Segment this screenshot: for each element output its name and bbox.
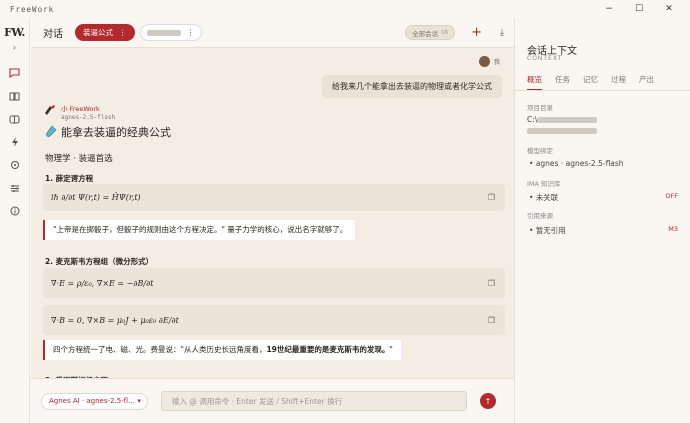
divider xyxy=(515,90,690,91)
avatar xyxy=(478,56,490,67)
page-title: 对话 xyxy=(43,29,63,40)
tab-output[interactable]: 产出 xyxy=(639,74,654,90)
context-panel: 会话上下文 CONTEXT 概览 任务 记忆 过程 产出 项目目录 C:\ 模型… xyxy=(514,18,690,423)
all-chats-count: 16 xyxy=(441,29,449,36)
redacted-path xyxy=(537,117,598,123)
quote-block: "上帝是在掷骰子，但骰子的规则由这个方程决定。" 量子力学的核心，说出名字就够了… xyxy=(43,220,356,240)
status-badge: OFF xyxy=(665,192,678,200)
bullet-icon: • xyxy=(529,226,536,235)
sidebar-rail: FW. › xyxy=(0,18,30,423)
kb-text: 未关联 xyxy=(535,193,559,202)
bot-header: 小 FreeWork agnes-2.5-flash xyxy=(43,103,115,121)
refs-text: 暂无引用 xyxy=(535,226,566,235)
model-binding-value: • agnes · agnes-2.5-flash xyxy=(529,159,624,168)
brain-icon[interactable] xyxy=(6,110,24,128)
context-subtitle: CONTEXT xyxy=(527,55,563,62)
all-chats-label: 全部会话 xyxy=(412,29,439,38)
bolt-icon[interactable] xyxy=(6,133,24,151)
sliders-icon[interactable] xyxy=(6,179,24,197)
composer: Agnes AI · agnes-2.5-fl… ▾ 输入 @ 调用命令 · E… xyxy=(31,378,514,423)
equation: iℏ ∂/∂t Ψ(r,t) = ĤΨ(r,t) xyxy=(51,193,141,202)
chat-panel: 对话 装逼公式 ⋮ ⋮ 全部会话 16 + ⤓ 我 给我来几个能拿出去装逼的物理… xyxy=(31,18,514,423)
user-label-row: 我 xyxy=(478,56,500,67)
equation-block: ∇·E = ρ/ε₀, ∇×E = −∂B/∂t ❐ xyxy=(43,268,505,298)
tab-label: 装逼公式 xyxy=(83,28,113,37)
answer-heading: 能拿去装逼的经典公式 xyxy=(45,124,171,140)
user-label: 我 xyxy=(493,59,500,66)
chat-icon[interactable] xyxy=(6,64,24,82)
plug-icon[interactable] xyxy=(6,156,24,174)
quote-block: 四个方程统一了电、磁、光。费曼说："从人类历史长远角度看，19世纪最重要的是麦克… xyxy=(43,340,401,360)
info-icon[interactable] xyxy=(6,202,24,220)
tab-menu-icon[interactable]: ⋮ xyxy=(119,28,127,37)
equation: ∇·E = ρ/ε₀, ∇×E = −∂B/∂t xyxy=(51,278,154,288)
model-binding-text: agnes · agnes-2.5-flash xyxy=(535,159,624,168)
refs-count: M3 xyxy=(668,225,678,233)
title-bar: FreeWork − ☐ ✕ xyxy=(0,0,690,18)
bullet-icon: • xyxy=(529,193,536,202)
equation-block: iℏ ∂/∂t Ψ(r,t) = ĤΨ(r,t) ❐ xyxy=(43,184,505,211)
download-icon[interactable]: ⤓ xyxy=(500,28,504,38)
project-dir-value: C:\ xyxy=(527,115,598,124)
copy-icon[interactable]: ❐ xyxy=(488,193,495,202)
tab-overview[interactable]: 概览 xyxy=(527,74,542,90)
equation-block: ∇·B = 0, ∇×B = μ₀J + μ₀ε₀ ∂E/∂t ❐ xyxy=(43,305,505,335)
section-title: 2. 麦克斯韦方程组（微分形式） xyxy=(45,257,154,266)
answer-subheading: 物理学 · 装逼首选 xyxy=(45,154,113,164)
minimize-icon[interactable]: − xyxy=(594,4,624,14)
tab-menu-icon[interactable]: ⋮ xyxy=(187,28,195,37)
quote-text: 四个方程统一了电、磁、光。费曼说："从人类历史长远角度看， xyxy=(53,345,267,354)
tab-memory[interactable]: 记忆 xyxy=(583,74,598,90)
copy-icon[interactable]: ❐ xyxy=(488,279,495,288)
quote-emphasis: 19世纪最重要的是麦克斯韦的发现。 xyxy=(266,345,390,354)
copy-icon[interactable]: ❐ xyxy=(488,316,495,325)
bot-model: agnes-2.5-flash xyxy=(61,114,116,121)
kb-label: IMA 知识库 xyxy=(527,180,561,188)
message-input[interactable]: 输入 @ 调用命令 · Enter 发送 / Shift+Enter 换行 xyxy=(161,391,467,411)
book-icon[interactable] xyxy=(6,87,24,105)
tab-process[interactable]: 过程 xyxy=(611,74,626,90)
bullet-icon: • xyxy=(529,159,536,168)
maximize-icon[interactable]: ☐ xyxy=(624,4,654,14)
quote-text-end: " xyxy=(389,345,393,354)
send-button[interactable]: ↑ xyxy=(480,393,496,409)
new-chat-button[interactable]: + xyxy=(471,25,482,40)
expand-sidebar-icon[interactable]: › xyxy=(13,43,16,52)
app-logo: FW. xyxy=(4,26,25,39)
model-picker[interactable]: Agnes AI · agnes-2.5-fl… ▾ xyxy=(41,392,148,410)
refs-value: • 暂无引用 xyxy=(529,225,566,236)
redacted-path-line xyxy=(527,128,597,134)
bot-name: 小 FreeWork xyxy=(61,105,100,113)
close-icon[interactable]: ✕ xyxy=(654,4,684,14)
refs-label: 引用来源 xyxy=(527,212,553,220)
app-name: FreeWork xyxy=(10,4,55,14)
context-tabs: 概览 任务 记忆 过程 产出 xyxy=(527,74,654,90)
project-dir-prefix: C:\ xyxy=(527,115,538,124)
model-binding-label: 模型绑定 xyxy=(527,147,553,155)
redacted-tab-label xyxy=(146,29,181,36)
section-title: 1. 薛定谔方程 xyxy=(45,174,94,183)
chat-topbar: 对话 装逼公式 ⋮ ⋮ 全部会话 16 + ⤓ xyxy=(31,18,514,48)
bot-avatar-icon xyxy=(43,103,56,116)
project-dir-label: 项目目录 xyxy=(527,104,553,112)
heading-text: 能拿去装逼的经典公式 xyxy=(61,126,171,139)
tab-active-chat[interactable]: 装逼公式 ⋮ xyxy=(75,24,135,41)
tab-second-chat[interactable]: ⋮ xyxy=(139,24,202,41)
equation: ∇·B = 0, ∇×B = μ₀J + μ₀ε₀ ∂E/∂t xyxy=(51,315,179,325)
window-controls: − ☐ ✕ xyxy=(594,4,684,14)
tab-tasks[interactable]: 任务 xyxy=(555,74,570,90)
test-tube-icon xyxy=(45,125,57,140)
user-message: 给我来几个能拿出去装逼的物理或者化学公式 xyxy=(322,75,502,98)
all-chats-button[interactable]: 全部会话 16 xyxy=(405,25,456,40)
kb-value: • 未关联 xyxy=(529,192,558,203)
